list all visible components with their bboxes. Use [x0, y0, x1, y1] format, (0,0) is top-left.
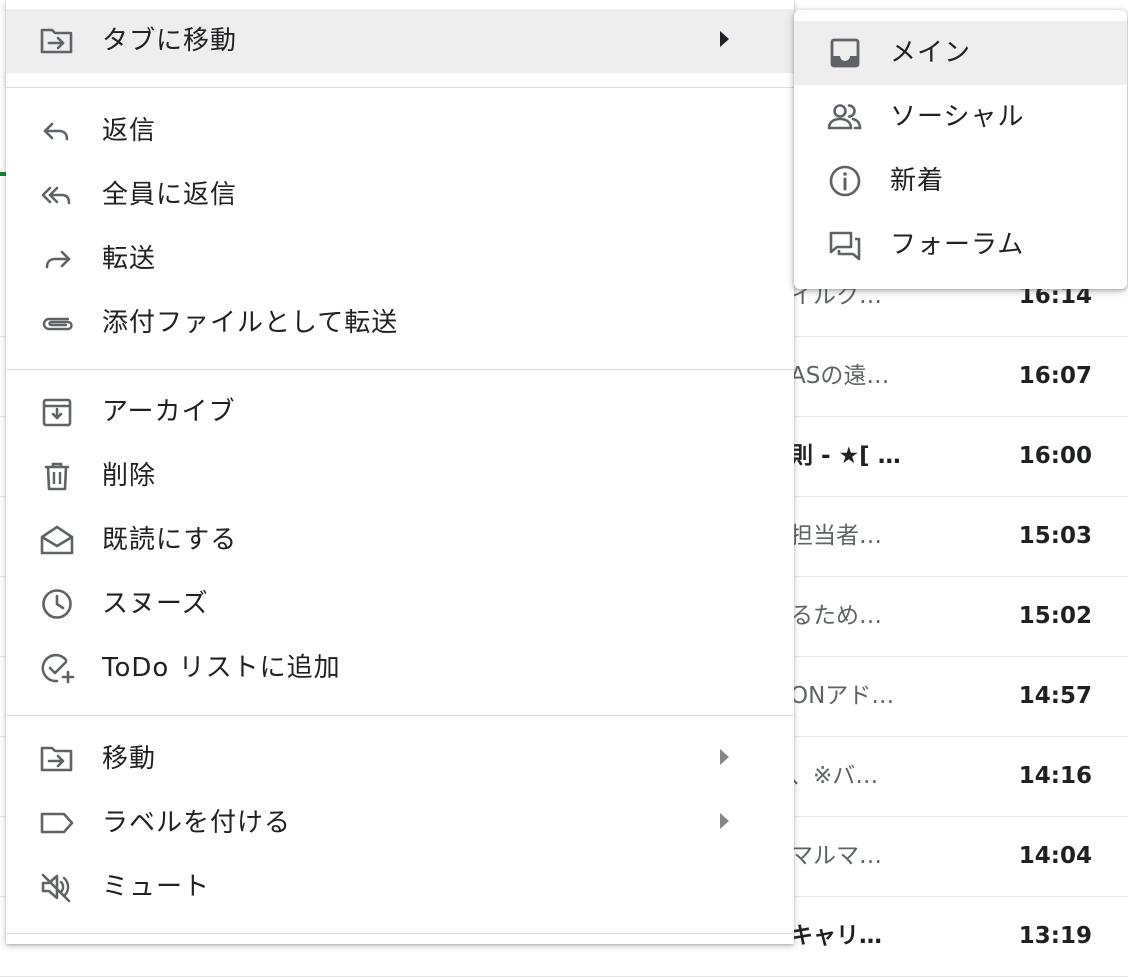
menu-item-label: アーカイブ	[102, 397, 236, 427]
email-time: 13:19	[1018, 923, 1092, 949]
menu-item-label: スヌーズ	[102, 589, 209, 619]
divider	[6, 369, 794, 370]
move-to-tab-icon	[38, 25, 76, 57]
trash-icon	[38, 460, 76, 492]
menu-item-mute[interactable]: ミュート	[6, 855, 794, 919]
email-snippet: ONアド…	[790, 683, 895, 709]
menu-item-label: タブに移動	[102, 26, 238, 56]
email-snippet: 則 - ★[ …	[790, 443, 901, 469]
menu-item-reply-all[interactable]: 全員に返信	[6, 163, 794, 227]
menu-item-label: 転送	[102, 244, 157, 274]
menu-item-label: 全員に返信	[102, 180, 238, 210]
submenu-item-label: フォーラム	[890, 230, 1025, 260]
submenu-item-social[interactable]: ソーシャル	[794, 85, 1127, 149]
menu-item-label-as[interactable]: ラベルを付ける	[6, 791, 794, 855]
email-time: 16:07	[1018, 363, 1092, 389]
forward-icon	[38, 243, 76, 275]
attachment-icon	[38, 307, 76, 339]
submenu-item-label: 新着	[890, 166, 945, 196]
archive-icon	[38, 396, 76, 428]
tab-submenu: メイン ソーシャル 新着 フォーラム	[794, 10, 1127, 289]
email-time: 14:57	[1018, 683, 1092, 709]
menu-item-label: ラベルを付ける	[102, 808, 292, 838]
submenu-item-primary[interactable]: メイン	[794, 21, 1127, 85]
menu-item-mark-read[interactable]: 既読にする	[6, 508, 794, 572]
email-time: 15:03	[1018, 523, 1092, 549]
email-time: 14:04	[1018, 843, 1092, 869]
menu-item-label: 削除	[102, 461, 157, 491]
submenu-item-label: メイン	[890, 38, 972, 68]
submenu-item-forums[interactable]: フォーラム	[794, 213, 1127, 277]
email-snippet: ASの遠…	[790, 363, 890, 389]
submenu-arrow-icon	[720, 31, 729, 47]
email-time: 15:02	[1018, 603, 1092, 629]
submenu-item-label: ソーシャル	[890, 102, 1025, 132]
people-icon	[826, 99, 864, 135]
forum-icon	[826, 227, 864, 263]
email-snippet: 担当者…	[790, 523, 882, 549]
menu-item-label: 返信	[102, 116, 157, 146]
submenu-item-updates[interactable]: 新着	[794, 149, 1127, 213]
divider	[6, 87, 794, 88]
menu-item-delete[interactable]: 削除	[6, 444, 794, 508]
email-snippet: るため…	[790, 603, 882, 629]
email-time: 16:00	[1018, 443, 1092, 469]
context-menu: タブに移動 返信 全員に返信 転送 添付ファイルとして転送 アーカイブ 削除 既…	[6, 0, 794, 944]
menu-item-label: ミュート	[102, 872, 211, 902]
menu-item-label: ToDo リストに追加	[102, 653, 341, 683]
menu-item-reply[interactable]: 返信	[6, 99, 794, 163]
menu-item-move-to-tab[interactable]: タブに移動	[6, 9, 794, 73]
menu-item-label: 移動	[102, 744, 157, 774]
mute-icon	[38, 871, 76, 903]
menu-item-forward-as-attachment[interactable]: 添付ファイルとして転送	[6, 291, 794, 355]
divider	[6, 933, 794, 934]
inbox-icon	[826, 35, 864, 71]
menu-item-add-to-tasks[interactable]: ToDo リストに追加	[6, 636, 794, 700]
reply-all-icon	[38, 179, 76, 211]
clock-icon	[38, 588, 76, 620]
menu-item-move[interactable]: 移動	[6, 727, 794, 791]
email-snippet: 、※バ…	[790, 763, 879, 789]
divider	[6, 715, 794, 716]
submenu-arrow-icon	[720, 813, 729, 829]
email-time: 14:16	[1018, 763, 1092, 789]
menu-item-label: 添付ファイルとして転送	[102, 308, 399, 338]
label-icon	[38, 807, 76, 839]
menu-item-archive[interactable]: アーカイブ	[6, 380, 794, 444]
mark-read-icon	[38, 524, 76, 556]
email-snippet: キャリ…	[790, 923, 882, 949]
add-task-icon	[38, 652, 76, 684]
menu-item-label: 既読にする	[102, 525, 238, 555]
submenu-arrow-icon	[720, 749, 729, 765]
reply-icon	[38, 115, 76, 147]
menu-item-snooze[interactable]: スヌーズ	[6, 572, 794, 636]
move-folder-icon	[38, 743, 76, 775]
email-snippet: マルマ…	[790, 843, 882, 869]
menu-item-forward[interactable]: 転送	[6, 227, 794, 291]
info-icon	[826, 163, 864, 199]
